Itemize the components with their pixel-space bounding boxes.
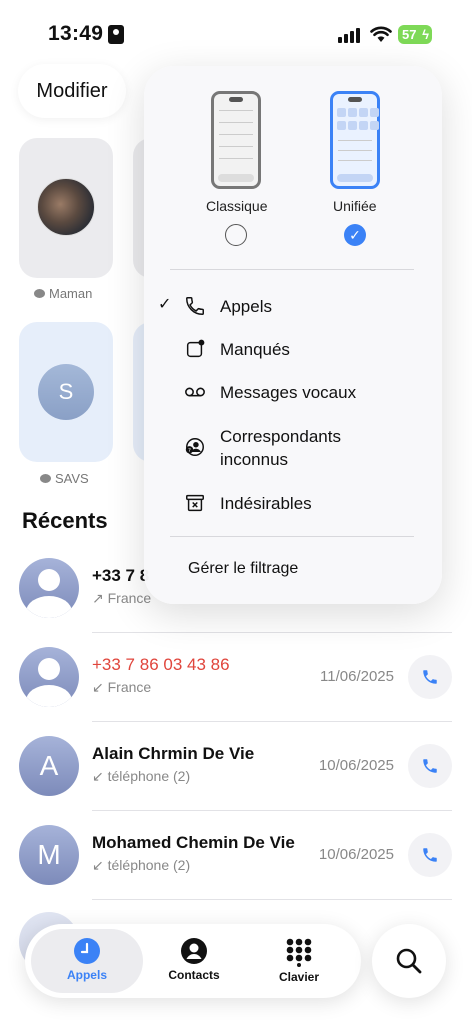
menu-item-manques[interactable]: Manqués [144,329,442,369]
table-row[interactable]: M Mohamed Chemin De Vie ↙ téléphone (2) … [0,825,472,914]
avatar: M [19,825,79,885]
message-bubble-icon [40,474,51,483]
menu-item-label: Messages vocaux [220,383,357,402]
avatar [19,647,79,707]
call-detail: ↗ France [92,590,152,606]
status-bar: 13:49 57 ϟ [0,0,472,66]
search-button[interactable] [372,924,446,998]
phone-icon [423,759,437,773]
menu-item-messages-vocaux[interactable]: Messages vocaux [144,372,442,412]
menu-item-label: Correspondants inconnus [220,427,341,469]
menu-separator [170,536,414,537]
classic-layout-preview[interactable] [211,91,261,189]
contacts-icon [181,938,207,964]
unknown-caller-icon: ? [185,438,204,456]
battery-indicator: 57 ϟ [398,25,432,44]
menu-item-indesirables[interactable]: Indésirables [144,483,442,523]
tab-contacts[interactable]: Contacts [138,929,250,993]
checkmark-icon: ✓ [349,226,361,243]
clock-icon [74,938,100,964]
missed-icon [186,339,205,358]
menu-item-label: Manqués [220,340,290,359]
classic-radio[interactable] [225,224,247,246]
battery-level: 57 [402,27,417,42]
favorite-name: SAVS [55,471,89,486]
call-button[interactable] [408,744,452,788]
classic-label: Classique [206,198,268,214]
tab-label: Contacts [168,968,220,982]
phone-icon [423,848,437,862]
id-badge-icon [108,25,124,44]
junk-icon [186,494,204,512]
unified-radio[interactable]: ✓ [344,224,366,246]
divider [92,810,452,811]
menu-item-correspondants-inconnus[interactable]: ? Correspondants inconnus [144,416,442,472]
message-bubble-icon [34,289,45,298]
call-date: 11/06/2025 [320,668,394,685]
caller-name: +33 7 86 03 43 86 [92,655,230,674]
tab-appels[interactable]: Appels [31,929,143,993]
svg-text:?: ? [188,448,191,454]
avatar [19,558,79,618]
keypad-icon [286,938,312,967]
tab-label: Appels [66,968,107,982]
call-detail: ↙ téléphone (2) [92,857,191,873]
phone-icon [186,297,204,315]
tab-clavier[interactable]: Clavier [243,929,355,993]
edit-button[interactable]: Modifier [18,64,126,118]
phone-icon [423,670,437,684]
menu-separator [170,269,414,270]
menu-item-label: Appels [220,297,272,316]
tab-bar: Appels Contacts Clavier [25,924,361,998]
avatar: A [19,736,79,796]
charging-bolt-icon: ϟ [422,27,429,42]
table-row[interactable]: +33 7 86 03 43 86 ↙ France 11/06/2025 [0,647,472,736]
divider [92,632,452,633]
status-time: 13:49 [48,22,104,45]
wifi-icon [370,26,392,42]
menu-item-appels[interactable]: ✓ Appels [144,286,442,326]
cellular-signal-icon [338,27,362,43]
call-button[interactable] [408,833,452,877]
recents-title: Récents [22,508,108,533]
search-icon [396,948,422,974]
avatar [37,178,95,236]
caller-name: Alain Chrmin De Vie [92,744,255,763]
checkmark-icon: ✓ [158,296,172,313]
caller-name: +33 7 8 [92,566,150,585]
call-detail: ↙ France [92,679,152,695]
menu-item-label: Indésirables [220,494,312,513]
divider [92,721,452,722]
voicemail-icon [185,387,205,397]
caller-name: Mohamed Chemin De Vie [92,833,295,852]
unified-label: Unifiée [333,198,377,214]
table-row[interactable]: A Alain Chrmin De Vie ↙ téléphone (2) 10… [0,736,472,825]
manage-filtering-button[interactable]: Gérer le filtrage [188,560,298,578]
avatar: S [38,364,94,420]
divider [92,899,452,900]
unified-layout-preview[interactable] [330,91,380,189]
call-date: 10/06/2025 [318,757,394,774]
call-date: 10/06/2025 [318,846,394,863]
call-detail: ↙ téléphone (2) [92,768,191,784]
tab-label: Clavier [278,970,320,984]
favorite-name: Maman [49,286,93,301]
filter-menu: Classique Unifiée ✓ ✓ Appels Manqués Mes… [144,66,442,604]
call-button[interactable] [408,655,452,699]
